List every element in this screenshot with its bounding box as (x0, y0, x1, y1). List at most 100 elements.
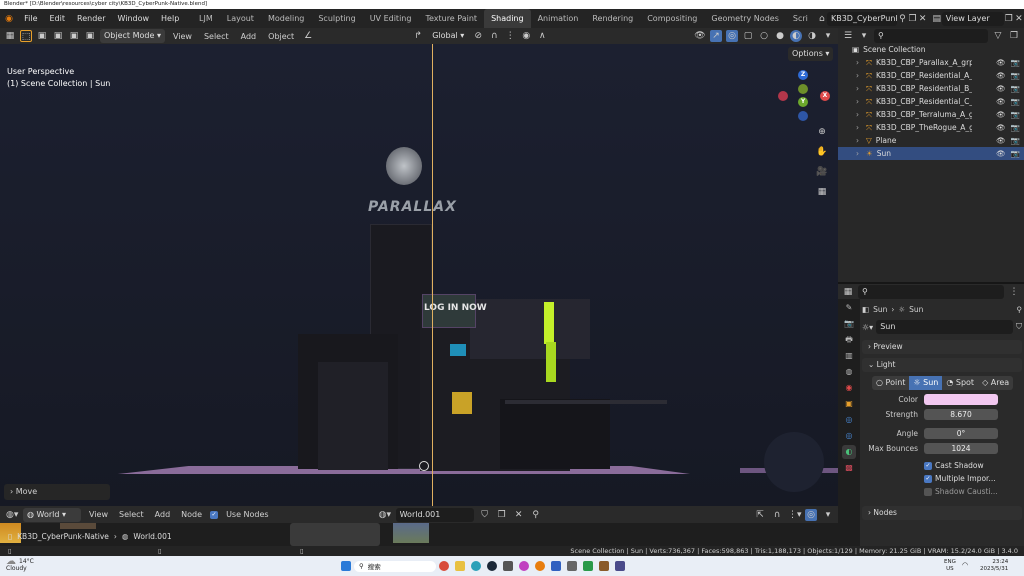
world-fake-user-icon[interactable]: ⛉ (479, 509, 491, 521)
viewport-menu-view[interactable]: View (169, 32, 196, 41)
outliner-item[interactable]: › ⤧ KB3D_CBP_Terraluma_A_g 👁 📷 (838, 108, 1024, 121)
gpencil-icon[interactable]: ∠ (302, 30, 314, 42)
3d-viewport[interactable]: User Perspective (1) Scene Collection | … (0, 44, 838, 506)
node-overlay-options-icon[interactable]: ▾ (822, 509, 834, 521)
render-camera-icon[interactable]: 📷 (1011, 71, 1020, 80)
expand-chevron-icon[interactable]: › (856, 110, 859, 119)
checkbox[interactable]: ✓ (924, 474, 932, 483)
scene-tab-icon[interactable]: ◍ (842, 365, 856, 379)
filter-icon[interactable]: ▽ (992, 30, 1004, 42)
world-datablock-icon[interactable]: ◍▾ (379, 509, 391, 521)
visibility-eye-icon[interactable]: 👁 (996, 136, 1006, 145)
xray-icon[interactable]: ▢ (742, 30, 754, 42)
object-mode-dropdown[interactable]: Object Mode ▾ (100, 29, 165, 43)
light-data-tab-icon[interactable]: ◐ (842, 445, 856, 459)
render-camera-icon[interactable]: 📷 (1011, 123, 1020, 132)
node-menu-node[interactable]: Node (178, 510, 205, 519)
color-swatch[interactable] (924, 394, 998, 405)
tab-animation[interactable]: Animation (531, 9, 586, 28)
gizmo-y-axis[interactable]: Y (798, 97, 808, 107)
outliner-item[interactable]: › ▽ Plane 👁 📷 (838, 134, 1024, 147)
render-camera-icon[interactable]: 📷 (1011, 136, 1020, 145)
orientation-dropdown[interactable]: Global ▾ (428, 29, 469, 43)
environment-texture-node[interactable] (290, 523, 380, 546)
tab-rendering[interactable]: Rendering (585, 9, 640, 28)
outliner-scene-collection[interactable]: ▣ Scene Collection (838, 43, 1024, 56)
tab-texture-paint[interactable]: Texture Paint (418, 9, 484, 28)
shading-wireframe-icon[interactable]: ○ (758, 30, 770, 42)
node-overlay-icon[interactable]: ◎ (805, 508, 817, 521)
parent-node-tree-icon[interactable]: ⇱ (754, 509, 766, 521)
node-snap-icon[interactable]: ∩ (771, 509, 783, 521)
gizmo-x-neg[interactable] (778, 91, 788, 101)
visibility-eye-icon[interactable]: 👁 (996, 97, 1006, 106)
outliner-editor-icon[interactable]: ☰ (842, 30, 854, 42)
view-layer-selector[interactable]: View Layer (941, 11, 1004, 26)
light-type-icon[interactable]: ☼▾ (862, 323, 873, 332)
last-operator-panel[interactable]: › Move (4, 484, 110, 500)
light-type-area[interactable]: ◇ Area (978, 375, 1014, 390)
transform-orientation-icon[interactable]: ↱ (412, 30, 424, 42)
tab-layout[interactable]: Layout (220, 9, 261, 28)
select-mode-extend-icon[interactable]: ▣ (52, 30, 64, 42)
view-layer-icon[interactable]: ▤ (932, 13, 942, 25)
select-mode-invert-icon[interactable]: ▣ (84, 30, 96, 42)
output-tab-icon[interactable]: 🖶 (842, 333, 856, 347)
select-mode-subtract-icon[interactable]: ▣ (68, 30, 80, 42)
max-bounces-field[interactable]: 1024 (924, 443, 998, 454)
viewport-menu-select[interactable]: Select (200, 32, 233, 41)
tab-uv-editing[interactable]: UV Editing (363, 9, 419, 28)
node-menu-select[interactable]: Select (116, 510, 147, 519)
strength-field[interactable]: 8.670 (924, 409, 998, 420)
select-mode-new-icon[interactable]: ▣ (36, 30, 48, 42)
start-icon[interactable] (341, 561, 351, 571)
camera-view-icon[interactable]: 🎥 (816, 166, 828, 178)
menu-window[interactable]: Window (111, 14, 155, 23)
gizmo-y-neg[interactable] (798, 84, 808, 94)
outliner-item[interactable]: › ☀ Sun 👁 📷 (838, 147, 1024, 160)
expand-chevron-icon[interactable]: › (856, 71, 859, 80)
falloff-icon[interactable]: ∧ (536, 30, 548, 42)
new-scene-icon[interactable]: ❐ (907, 13, 917, 25)
gizmo-toggle-icon[interactable]: ↗ (710, 30, 722, 42)
display-mode-icon[interactable]: ▾ (858, 30, 870, 42)
outliner-item[interactable]: › ⤧ KB3D_CBP_Parallax_A_grp 👁 📷 (838, 56, 1024, 69)
expand-chevron-icon[interactable]: › (856, 97, 859, 106)
node-snap-target-icon[interactable]: ⋮▾ (788, 509, 802, 521)
checkbox[interactable] (924, 487, 932, 496)
app-icon-5[interactable] (583, 561, 593, 571)
scene-selector[interactable]: KB3D_CyberPunk-... (826, 11, 898, 26)
pan-hand-icon[interactable]: ✋ (816, 146, 828, 158)
menu-file[interactable]: File (18, 14, 43, 23)
blender-taskbar-icon[interactable] (535, 561, 545, 571)
chrome-icon[interactable] (439, 561, 449, 571)
world-duplicate-icon[interactable]: ❐ (496, 509, 508, 521)
world-unlink-icon[interactable]: ✕ (513, 509, 525, 521)
app-icon-2[interactable] (519, 561, 529, 571)
render-camera-icon[interactable]: 📷 (1011, 58, 1020, 67)
options-dropdown[interactable]: Options ▾ (788, 47, 834, 61)
shading-material-icon[interactable]: ◐ (790, 30, 802, 42)
expand-chevron-icon[interactable]: › (856, 149, 859, 158)
viewport-menu-object[interactable]: Object (264, 32, 298, 41)
outliner-search[interactable]: ⚲ (874, 28, 988, 43)
pin-icon[interactable]: ⚲ (1017, 305, 1023, 314)
expand-chevron-icon[interactable]: › (856, 123, 859, 132)
select-box-icon[interactable]: ⬚ (20, 30, 32, 42)
tool-tab-icon[interactable]: ✎ (842, 301, 856, 315)
nodes-section[interactable]: › Nodes (862, 506, 1022, 520)
app-icon-7[interactable] (615, 561, 625, 571)
snap-target-icon[interactable]: ⋮ (504, 30, 516, 42)
visibility-filter-icon[interactable]: 👁 (694, 30, 706, 42)
app-icon[interactable] (503, 561, 513, 571)
world-name-field[interactable]: World.001 (395, 507, 474, 522)
visibility-eye-icon[interactable]: 👁 (996, 110, 1006, 119)
expand-chevron-icon[interactable]: › (856, 136, 859, 145)
expand-chevron-icon[interactable]: › (856, 58, 859, 67)
taskbar-search[interactable]: ⚲ 搜索 (354, 560, 436, 572)
world-tab-icon[interactable]: ◉ (842, 381, 856, 395)
light-section[interactable]: ⌄ Light (862, 358, 1022, 372)
gizmo-x-axis[interactable]: X (820, 91, 830, 101)
visibility-eye-icon[interactable]: 👁 (996, 71, 1006, 80)
properties-search[interactable]: ⚲ (858, 284, 1004, 299)
